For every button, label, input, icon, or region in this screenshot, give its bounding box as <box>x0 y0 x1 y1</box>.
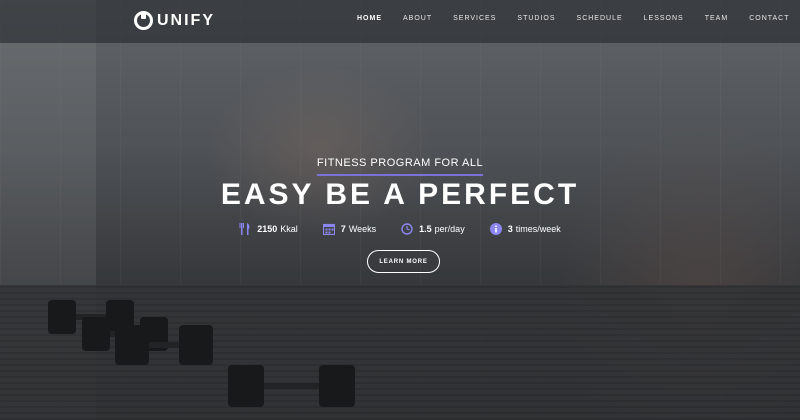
learn-more-button[interactable]: LEARN MORE <box>367 250 440 273</box>
hero-content: FITNESS PROGRAM FOR ALL EASY BE A PERFEC… <box>0 0 800 420</box>
stat-unit: times/week <box>515 224 561 234</box>
hero-section: UNIFY HOME ABOUT SERVICES STUDIOS SCHEDU… <box>0 0 800 420</box>
clock-icon <box>401 223 413 235</box>
stat-unit: Kkal <box>280 224 298 234</box>
stat-value: 1.5 <box>419 224 432 234</box>
cutlery-icon <box>239 223 251 235</box>
stat-unit: per/day <box>434 224 465 234</box>
stat-unit: Weeks <box>348 224 377 234</box>
stat-value: 2150 <box>257 224 278 234</box>
stat-daily-hours: 1.5 per/day <box>401 223 465 235</box>
hero-headline: EASY BE A PERFECT <box>220 178 580 211</box>
stat-frequency: 3 times/week <box>489 223 561 235</box>
stat-value: 3 <box>507 224 513 234</box>
calendar-icon <box>322 223 335 236</box>
hero-kicker: FITNESS PROGRAM FOR ALL <box>0 153 800 176</box>
program-stats: 2150 Kkal 7 Weeks 1.5 per/day 3 times/we… <box>0 223 800 236</box>
stat-value: 7 <box>340 224 346 234</box>
stat-calories: 2150 Kkal <box>239 223 298 235</box>
stat-weeks: 7 Weeks <box>322 223 377 236</box>
kicker-text: FITNESS PROGRAM FOR ALL <box>316 157 484 176</box>
info-icon <box>489 223 502 235</box>
